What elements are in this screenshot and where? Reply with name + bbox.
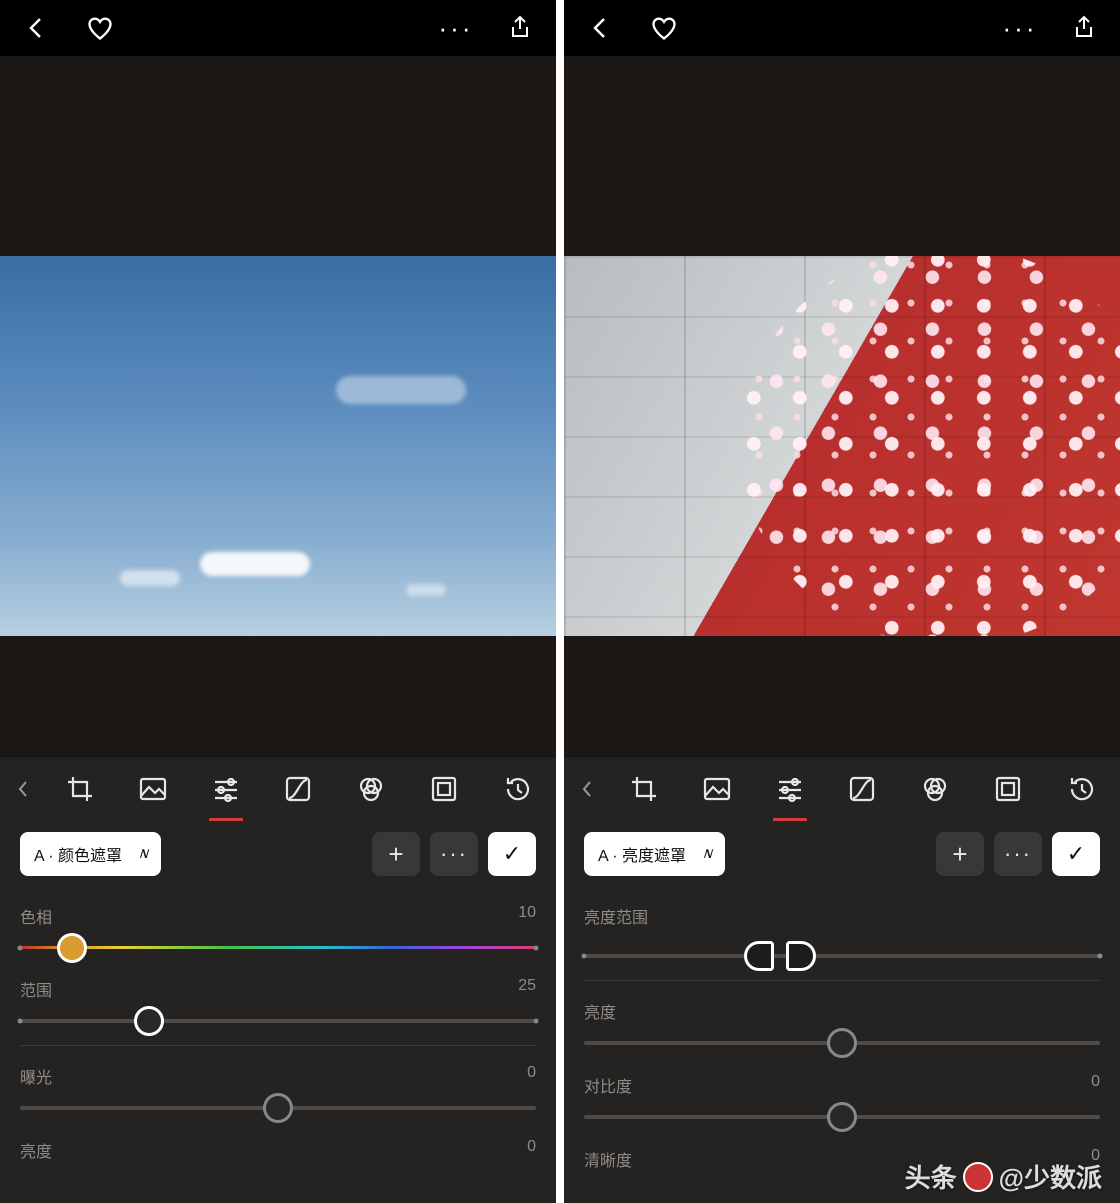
back-icon[interactable] bbox=[582, 10, 618, 46]
mask-selector[interactable]: A · 颜色遮罩 ˄˅ bbox=[20, 832, 161, 876]
topbar: ··· bbox=[0, 0, 556, 56]
color-icon[interactable] bbox=[904, 765, 966, 813]
topbar: ··· bbox=[564, 0, 1120, 56]
track-dot bbox=[18, 1019, 23, 1024]
track-dot bbox=[582, 954, 587, 959]
chevron-left-icon[interactable] bbox=[8, 765, 38, 813]
more-button[interactable]: ··· bbox=[430, 832, 478, 876]
add-button[interactable]: + bbox=[372, 832, 420, 876]
slider-track[interactable] bbox=[20, 1019, 536, 1023]
slider-label: 清晰度 bbox=[584, 1147, 632, 1171]
slider-label: 对比度 bbox=[584, 1073, 632, 1097]
image-canvas[interactable] bbox=[0, 56, 556, 756]
history-icon[interactable] bbox=[486, 765, 548, 813]
slider-value: 0 bbox=[527, 1064, 536, 1088]
range-track[interactable] bbox=[584, 954, 1100, 958]
sliders-panel: 亮度范围 亮度 对比度 0 bbox=[564, 886, 1120, 1203]
tool-strip bbox=[564, 756, 1120, 820]
crop-icon[interactable] bbox=[613, 765, 675, 813]
updown-icon: ˄˅ bbox=[703, 844, 709, 865]
slider-value: 0 bbox=[527, 1138, 536, 1162]
phone-right: ··· bbox=[564, 0, 1120, 1203]
slider-thumb[interactable] bbox=[827, 1102, 857, 1132]
sliders-panel: 色相 10 范围 25 曝光 0 bbox=[0, 886, 556, 1203]
add-button[interactable]: + bbox=[936, 832, 984, 876]
slider-exposure: 曝光 0 bbox=[20, 1046, 536, 1110]
cloud bbox=[120, 570, 180, 586]
track-dot bbox=[1098, 954, 1103, 959]
slider-thumb[interactable] bbox=[263, 1093, 293, 1123]
back-icon[interactable] bbox=[18, 10, 54, 46]
slider-track-hue[interactable] bbox=[20, 946, 536, 949]
slider-label: 曝光 bbox=[20, 1064, 52, 1088]
slider-value: 10 bbox=[518, 904, 536, 928]
slider-brightness: 亮度 0 bbox=[20, 1120, 536, 1162]
watermark: 头条 @少数派 bbox=[905, 1158, 1102, 1195]
track-dot bbox=[534, 945, 539, 950]
slider-hue: 色相 10 bbox=[20, 886, 536, 949]
more-icon[interactable]: ··· bbox=[1002, 10, 1038, 46]
photo-building bbox=[564, 256, 1120, 636]
frame-icon[interactable] bbox=[977, 765, 1039, 813]
tool-strip bbox=[0, 756, 556, 820]
slider-thumb[interactable] bbox=[827, 1028, 857, 1058]
watermark-prefix: 头条 bbox=[905, 1158, 957, 1195]
slider-track[interactable] bbox=[584, 1041, 1100, 1045]
slider-contrast: 对比度 0 bbox=[584, 1055, 1100, 1119]
history-icon[interactable] bbox=[1050, 765, 1112, 813]
watermark-handle: @少数派 bbox=[999, 1158, 1102, 1195]
slider-track[interactable] bbox=[20, 1106, 536, 1110]
slider-value: 0 bbox=[1091, 1073, 1100, 1097]
heart-icon[interactable] bbox=[646, 10, 682, 46]
slider-range: 范围 25 bbox=[20, 959, 536, 1046]
mask-chip-row: A · 亮度遮罩 ˄˅ + ··· ✓ bbox=[564, 820, 1120, 886]
adjust-icon[interactable] bbox=[759, 765, 821, 813]
image-canvas[interactable] bbox=[564, 56, 1120, 756]
slider-lum-range: 亮度范围 bbox=[584, 886, 1100, 981]
mask-selector[interactable]: A · 亮度遮罩 ˄˅ bbox=[584, 832, 725, 876]
confirm-button[interactable]: ✓ bbox=[1052, 832, 1100, 876]
heart-icon[interactable] bbox=[82, 10, 118, 46]
mask-label: A · 颜色遮罩 bbox=[34, 842, 122, 866]
phone-left: ··· bbox=[0, 0, 556, 1203]
confirm-button[interactable]: ✓ bbox=[488, 832, 536, 876]
share-icon[interactable] bbox=[1066, 10, 1102, 46]
cloud bbox=[336, 376, 466, 404]
slider-brightness: 亮度 bbox=[584, 981, 1100, 1045]
curves-icon[interactable] bbox=[267, 765, 329, 813]
slider-label: 亮度 bbox=[584, 999, 616, 1023]
blossom-tree bbox=[740, 256, 1120, 636]
slider-label: 色相 bbox=[20, 904, 52, 928]
curves-icon[interactable] bbox=[831, 765, 893, 813]
slider-label: 范围 bbox=[20, 977, 52, 1001]
image-icon[interactable] bbox=[686, 765, 748, 813]
track-dot bbox=[534, 1019, 539, 1024]
track-dot bbox=[18, 945, 23, 950]
adjust-icon[interactable] bbox=[195, 765, 257, 813]
range-thumb-low[interactable] bbox=[744, 941, 774, 971]
chevron-left-icon[interactable] bbox=[572, 765, 602, 813]
range-thumb-high[interactable] bbox=[786, 941, 816, 971]
frame-icon[interactable] bbox=[413, 765, 475, 813]
more-button[interactable]: ··· bbox=[994, 832, 1042, 876]
mask-chip-row: A · 颜色遮罩 ˄˅ + ··· ✓ bbox=[0, 820, 556, 886]
mask-label: A · 亮度遮罩 bbox=[598, 842, 686, 866]
slider-label: 亮度范围 bbox=[584, 904, 648, 928]
slider-thumb[interactable] bbox=[57, 933, 87, 963]
updown-icon: ˄˅ bbox=[139, 844, 145, 865]
cloud bbox=[200, 552, 310, 576]
slider-label: 亮度 bbox=[20, 1138, 52, 1162]
slider-thumb[interactable] bbox=[134, 1006, 164, 1036]
slider-value: 25 bbox=[518, 977, 536, 1001]
share-icon[interactable] bbox=[502, 10, 538, 46]
image-icon[interactable] bbox=[122, 765, 184, 813]
photo-sky bbox=[0, 256, 556, 636]
watermark-logo-icon bbox=[963, 1162, 993, 1192]
color-icon[interactable] bbox=[340, 765, 402, 813]
cloud bbox=[406, 584, 446, 596]
crop-icon[interactable] bbox=[49, 765, 111, 813]
slider-track[interactable] bbox=[584, 1115, 1100, 1119]
more-icon[interactable]: ··· bbox=[438, 10, 474, 46]
